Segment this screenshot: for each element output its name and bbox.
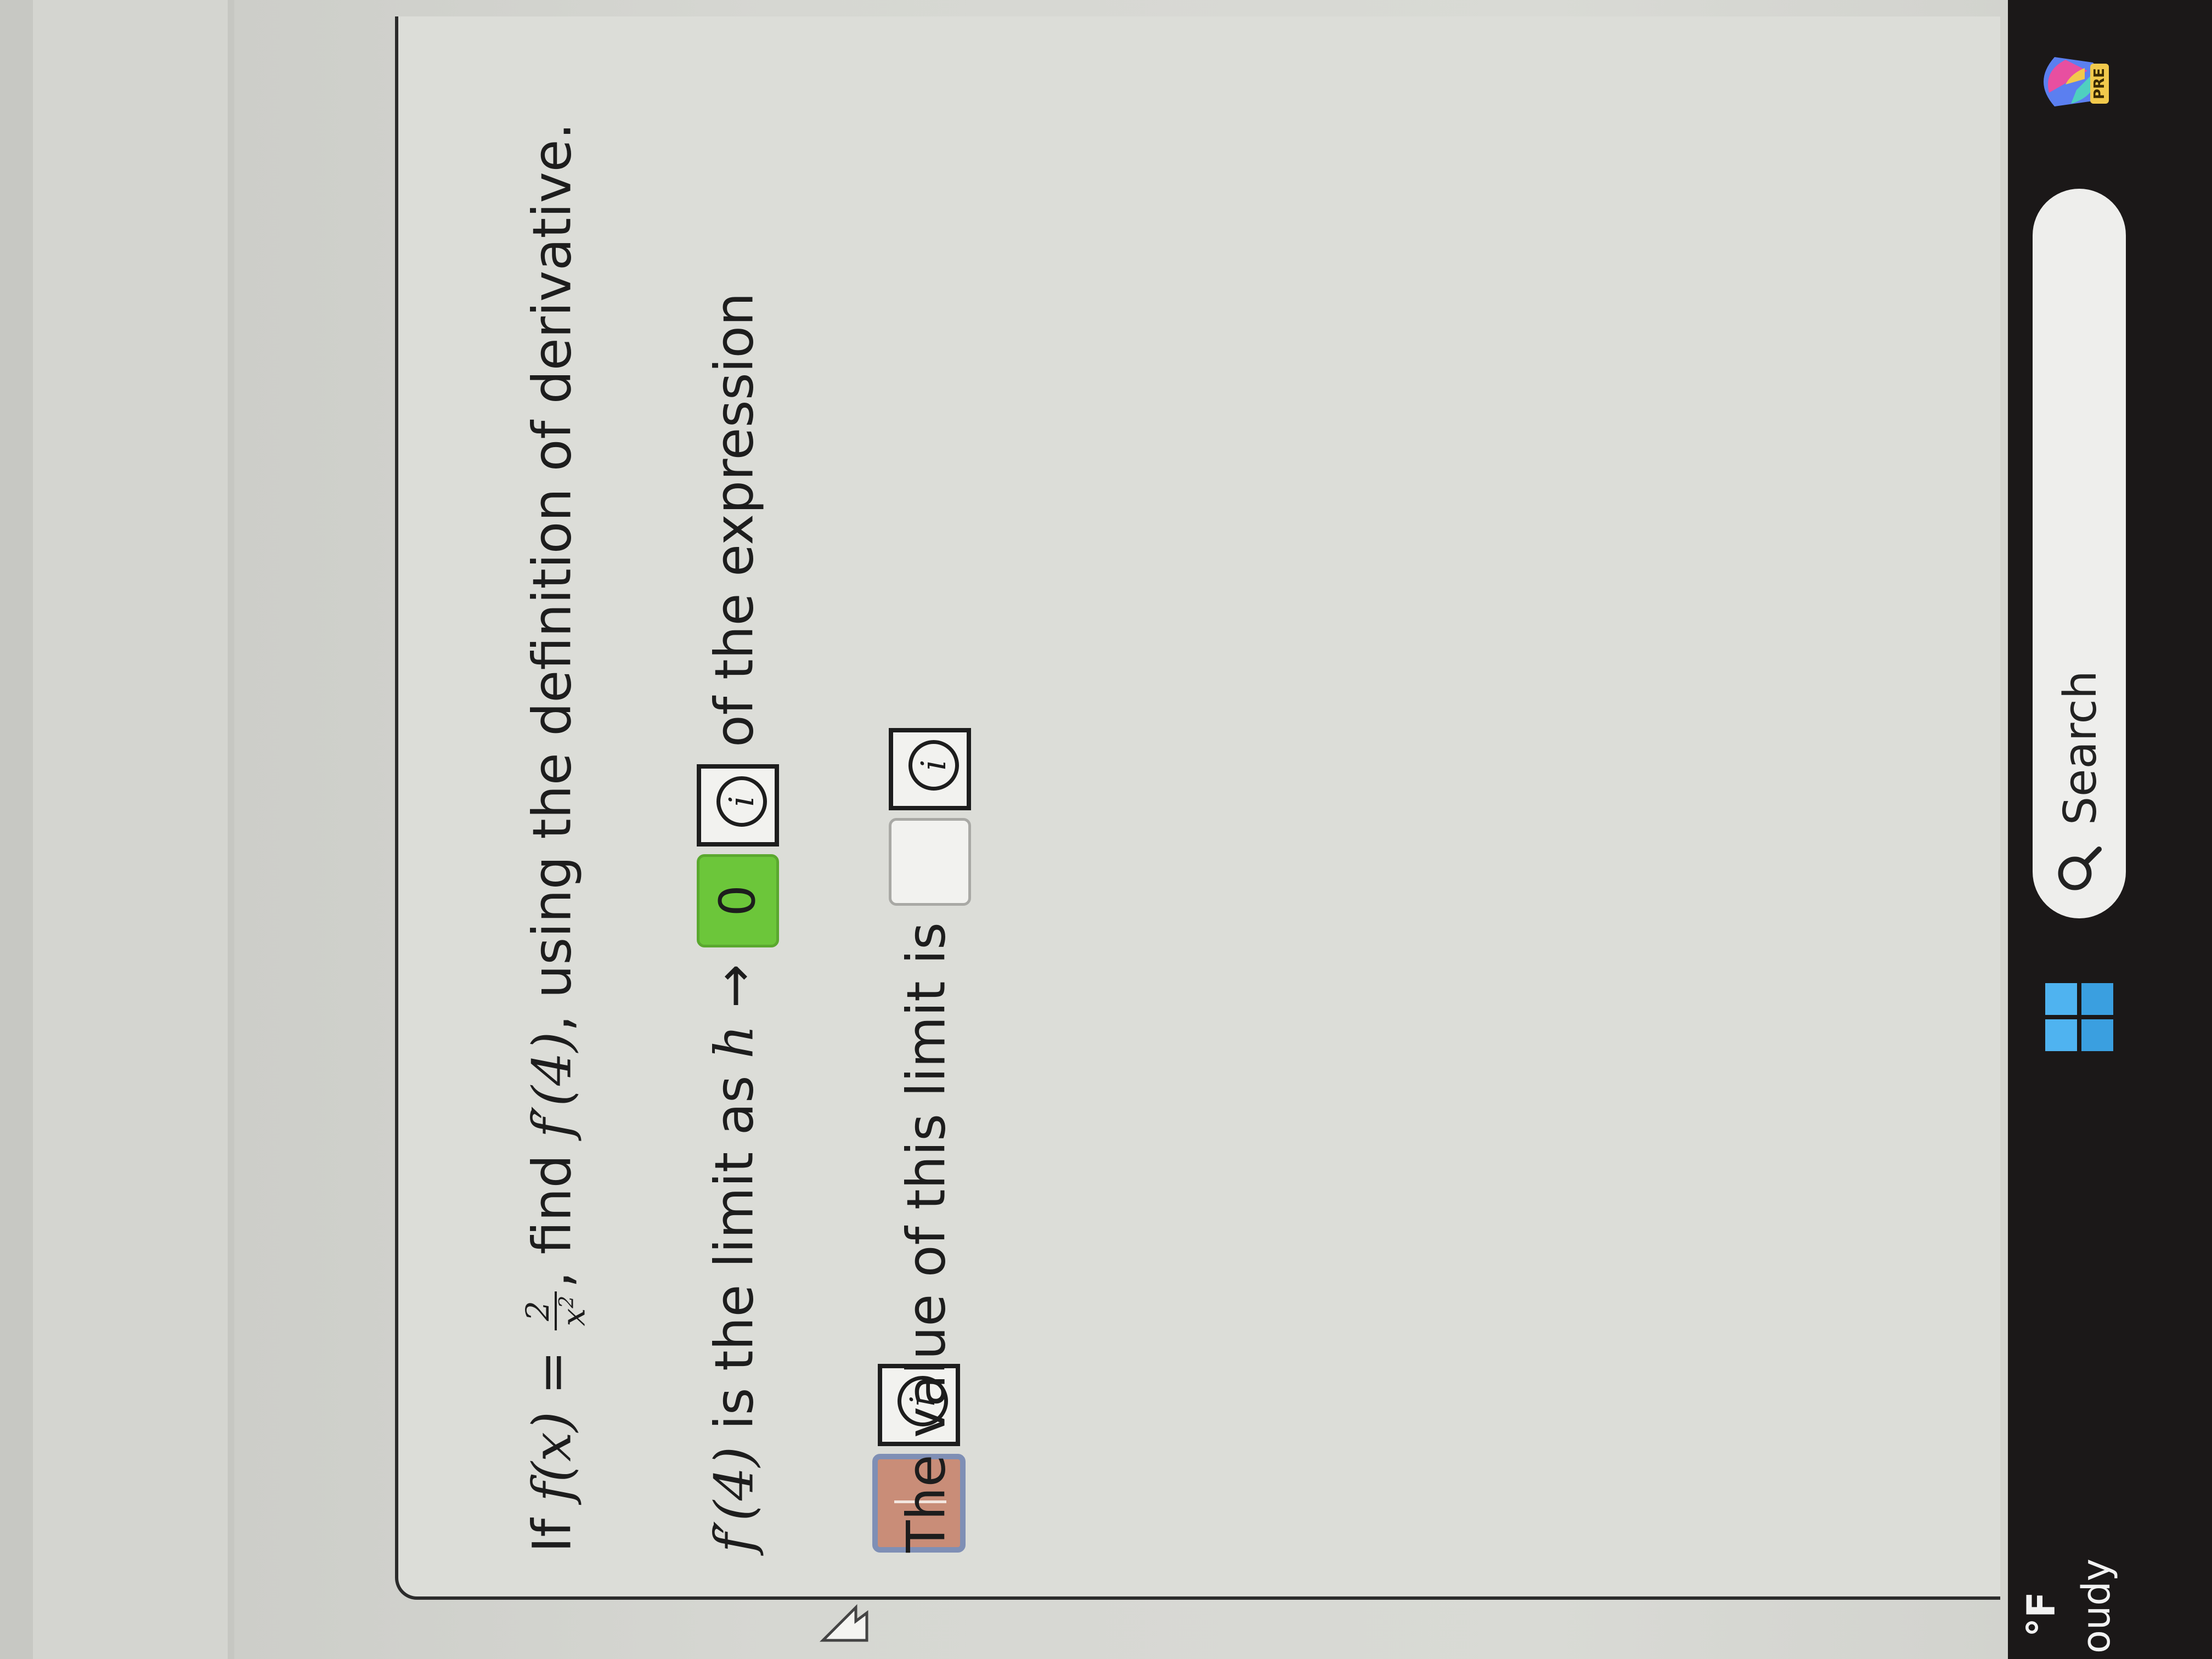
search-placeholder: Search: [2055, 670, 2107, 825]
variable-h: h: [703, 1025, 765, 1059]
info-icon: i: [909, 740, 959, 791]
weather-temperature[interactable]: °F: [2019, 1592, 2064, 1637]
prompt-if: If: [521, 1518, 583, 1553]
panel-divider: [228, 0, 234, 1659]
weather-condition[interactable]: oudy: [2074, 1559, 2119, 1654]
value-text: The value of this limit is: [895, 922, 957, 1553]
prompt-find: , find: [521, 1154, 583, 1288]
value-statement: The value of this limit is i: [889, 727, 971, 1553]
left-edge-panel: [0, 0, 35, 1659]
copilot-pre-badge: PRE: [2090, 64, 2109, 104]
arrow-symbol: →: [703, 964, 765, 1008]
mouse-cursor-icon: [819, 1604, 868, 1642]
fraction-numerator: 2: [519, 1291, 557, 1331]
taskbar-search-box[interactable]: Search: [2033, 189, 2126, 918]
function-label: f(x) =: [521, 1350, 583, 1502]
question-prompt: If f(x) = 2 x2 , find f′(4), using the d…: [519, 122, 592, 1553]
info-button-1[interactable]: i: [697, 764, 779, 847]
derivative-label: f′(4): [521, 1031, 583, 1138]
info-icon: i: [716, 776, 767, 827]
value-answer-box[interactable]: [889, 817, 971, 906]
limit-text: is the limit as: [703, 1075, 765, 1447]
limit-value-answer-box[interactable]: 0: [697, 854, 779, 947]
photo-scene: If f(x) = 2 x2 , find f′(4), using the d…: [0, 0, 2212, 1659]
info-button-3[interactable]: i: [889, 727, 971, 810]
function-fraction: 2 x2: [519, 1291, 592, 1331]
taskbar-content: °F oudy Search PRE: [2008, 0, 2212, 1659]
windows-start-icon[interactable]: [2041, 979, 2118, 1056]
derivative-label-2: f′(4): [703, 1446, 765, 1553]
side-panel: [33, 0, 234, 1659]
fraction-denominator-exponent: 2: [555, 1295, 578, 1308]
search-icon: [2058, 847, 2102, 890]
expression-text: of the expression: [703, 292, 765, 748]
limit-statement: f′(4) is the limit as h → 0 i of the expr…: [697, 292, 779, 1553]
prompt-tail: , using the definition of derivative.: [521, 122, 583, 1032]
fraction-denominator: x2: [555, 1291, 592, 1331]
taskbar: °F oudy Search PRE: [2008, 0, 2212, 1659]
fraction-denominator-base: x: [555, 1308, 592, 1327]
